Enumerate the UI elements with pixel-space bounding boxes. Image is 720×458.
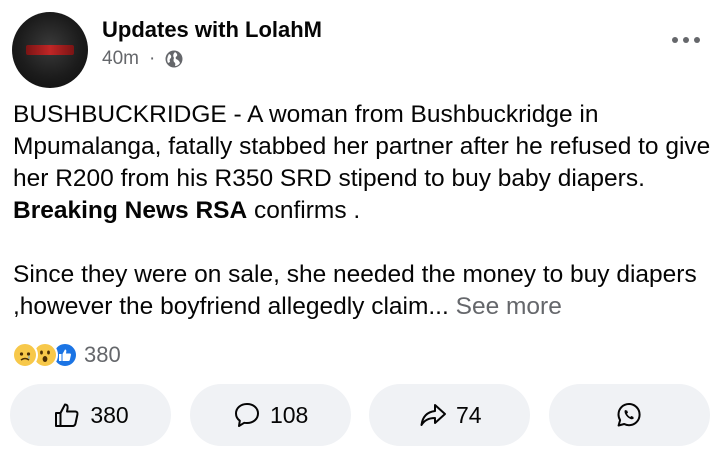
- paragraph-text: Since they were on sale, she needed the …: [13, 261, 697, 320]
- comment-button[interactable]: 108: [189, 384, 351, 446]
- more-dot: [672, 37, 678, 43]
- post-time[interactable]: 40m: [102, 48, 139, 70]
- post-paragraph-2: Since they were on sale, she needed the …: [13, 259, 713, 323]
- paragraph-text: confirms .: [247, 197, 361, 224]
- share-count: 74: [456, 401, 482, 428]
- reaction-count: 380: [84, 342, 121, 367]
- more-dot: [694, 37, 700, 43]
- whatsapp-share-button[interactable]: [548, 384, 710, 446]
- bold-mention: Breaking News RSA: [13, 197, 248, 224]
- sad-reaction-icon: [12, 342, 38, 368]
- more-options-button[interactable]: [666, 30, 706, 50]
- action-bar: 380 108 74: [10, 384, 710, 446]
- post-paragraph-1: BUSHBUCKRIDGE - A woman from Bushbuckrid…: [13, 99, 713, 227]
- see-more-link[interactable]: See more: [449, 293, 562, 320]
- comment-count: 108: [269, 401, 309, 428]
- more-dot: [683, 37, 689, 43]
- like-button[interactable]: 380: [10, 384, 171, 446]
- avatar-logo-band: [26, 45, 74, 55]
- comment-icon: [234, 403, 259, 427]
- globe-icon: [165, 50, 183, 68]
- paragraph-text: BUSHBUCKRIDGE - A woman from Bushbuckrid…: [13, 101, 711, 192]
- like-count: 380: [90, 401, 129, 428]
- meta-separator: ·: [148, 48, 156, 69]
- page-name[interactable]: Updates with LolahM: [102, 17, 322, 43]
- post-body: BUSHBUCKRIDGE - A woman from Bushbuckrid…: [13, 99, 713, 355]
- reaction-summary[interactable]: 380: [12, 342, 121, 368]
- thumbs-up-icon: [55, 403, 79, 427]
- post-avatar[interactable]: [12, 12, 88, 88]
- whatsapp-icon: [617, 403, 642, 427]
- share-icon: [420, 404, 447, 426]
- share-button[interactable]: 74: [369, 384, 531, 446]
- post-meta: 40m ·: [102, 48, 184, 70]
